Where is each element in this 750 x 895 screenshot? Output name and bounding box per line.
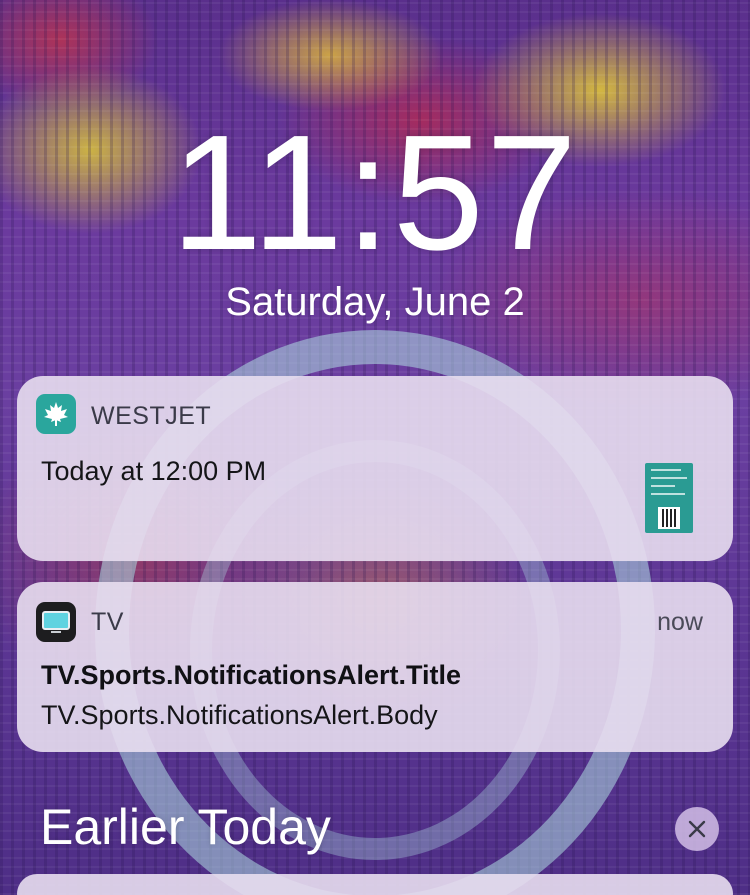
section-header-earlier-today: Earlier Today	[40, 799, 331, 855]
lock-screen-clock: 11:57	[170, 101, 580, 284]
notification-app-name: WESTJET	[91, 402, 212, 430]
notification-title: TV.Sports.NotificationsAlert.Title	[41, 660, 462, 690]
tv-notification[interactable]: TV now TV.Sports.NotificationsAlert.Titl…	[17, 582, 733, 752]
lock-screen-date: Saturday, June 2	[225, 280, 525, 324]
close-icon	[688, 820, 706, 838]
notification-body: TV.Sports.NotificationsAlert.Body	[41, 700, 438, 730]
earlier-notification-card[interactable]	[17, 874, 733, 895]
notification-body: Today at 12:00 PM	[41, 456, 267, 486]
westjet-notification[interactable]: WESTJET Today at 12:00 PM	[17, 376, 733, 561]
maple-leaf-icon	[36, 394, 76, 434]
boarding-pass-thumbnail	[645, 463, 693, 533]
notification-timestamp: now	[657, 608, 703, 636]
notification-app-name: TV	[91, 608, 124, 636]
qr-code-icon	[658, 507, 680, 529]
tv-app-icon	[36, 602, 76, 642]
clear-notifications-button[interactable]	[675, 807, 719, 851]
